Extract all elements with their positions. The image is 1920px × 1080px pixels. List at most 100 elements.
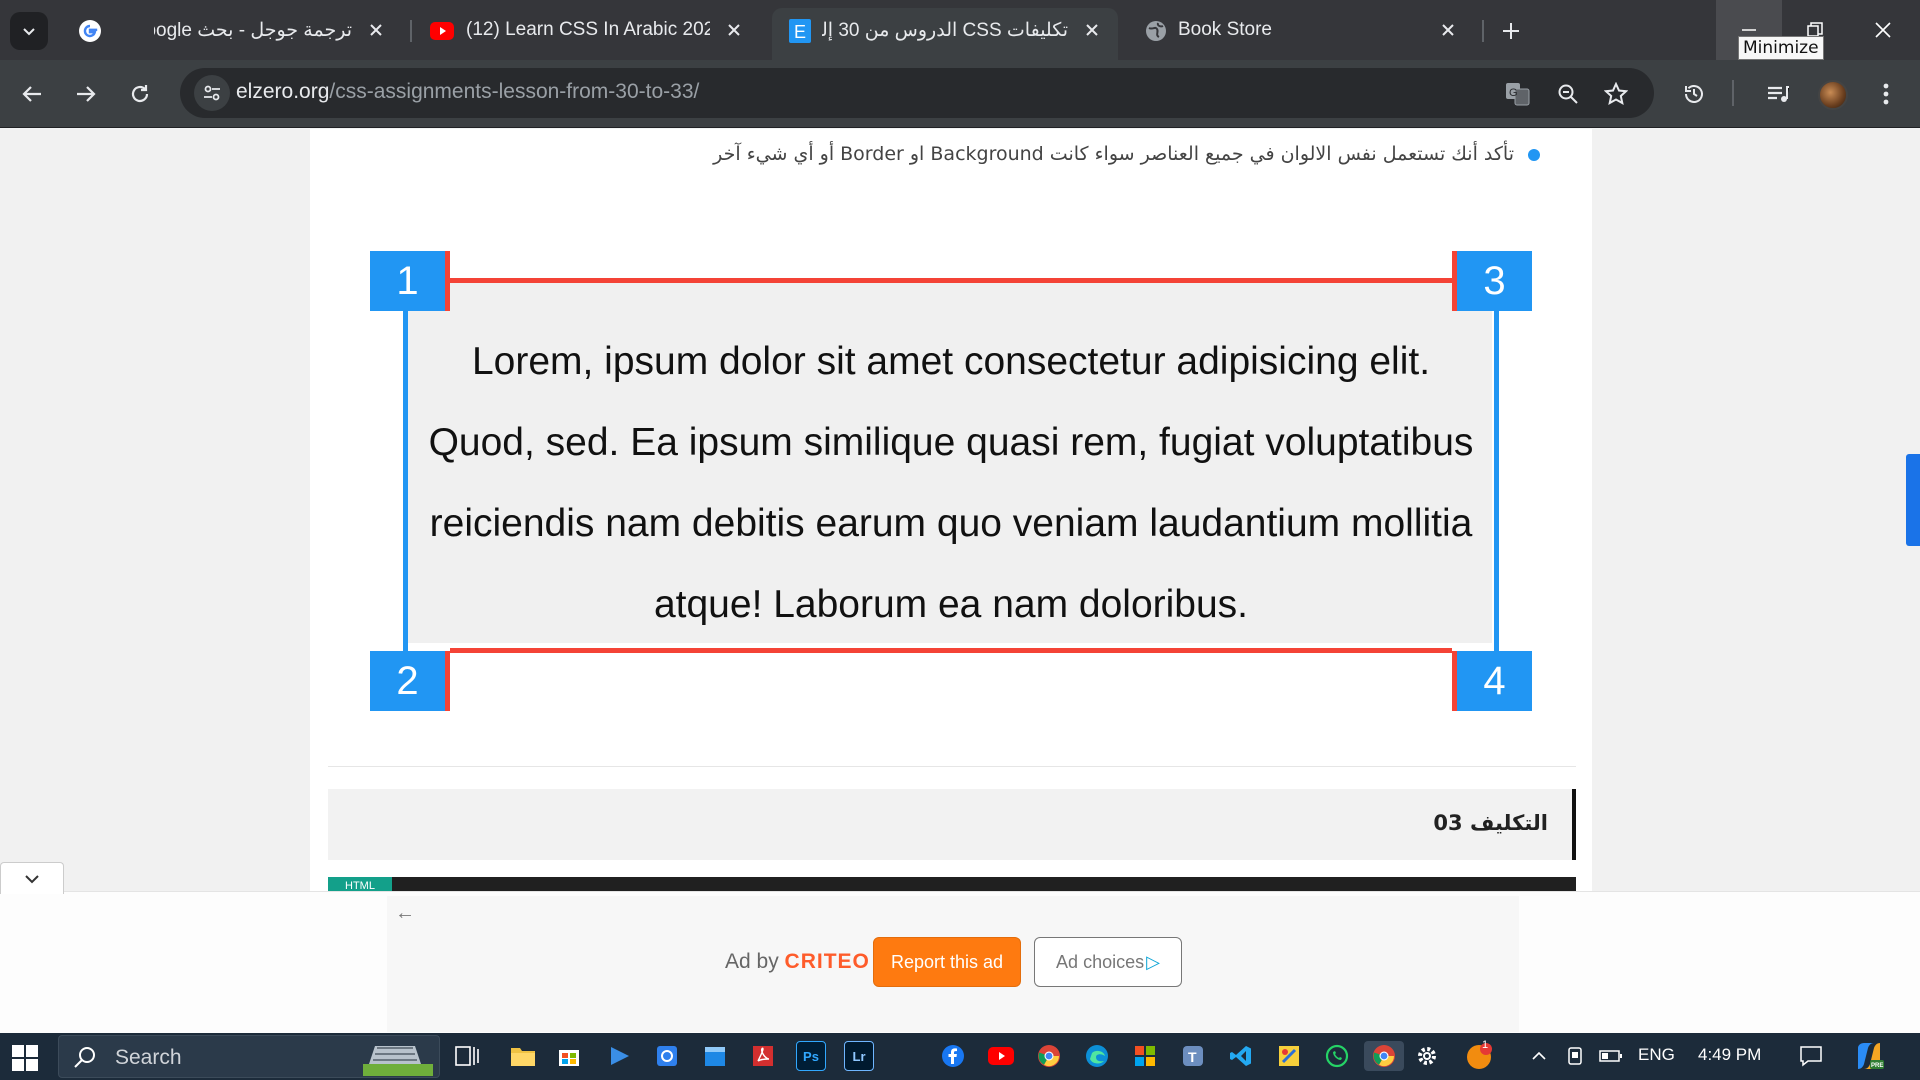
url-text[interactable]: elzero.org/css-assignments-lesson-from-3… <box>236 80 699 104</box>
tab-title: ترجمة جوجل - بحث Google <box>154 20 352 41</box>
tab-separator <box>1482 20 1484 42</box>
settings-icon[interactable] <box>1412 1041 1442 1071</box>
close-icon[interactable] <box>1436 18 1460 42</box>
vscode-icon[interactable] <box>1226 1041 1256 1071</box>
svg-text:PRE: PRE <box>1871 1063 1883 1069</box>
url-domain: elzero.org <box>236 80 330 103</box>
report-ad-button[interactable]: Report this ad <box>873 937 1021 987</box>
close-icon[interactable] <box>722 18 746 42</box>
svg-text:T: T <box>1188 1049 1197 1065</box>
ad-choices-label: Ad choices <box>1056 951 1145 972</box>
windows-start-icon[interactable] <box>12 1045 38 1071</box>
windows-taskbar: Search Ps Lr T 1 ENG 4:49 PM PRE <box>0 1033 1920 1080</box>
close-window-button[interactable] <box>1850 0 1916 60</box>
office-app-icon[interactable] <box>1130 1041 1160 1071</box>
reload-button[interactable] <box>122 76 158 112</box>
zoom-icon[interactable] <box>1554 80 1582 108</box>
task-view-icon[interactable] <box>452 1041 482 1071</box>
back-button[interactable] <box>14 76 50 112</box>
acrobat-icon[interactable] <box>748 1041 778 1071</box>
ad-choices-icon: ▷ <box>1146 951 1160 972</box>
ad-choices-button[interactable]: Ad choices ▷ <box>1034 937 1182 987</box>
file-explorer-icon[interactable] <box>508 1041 538 1071</box>
youtube-app-icon[interactable] <box>986 1041 1016 1071</box>
plus-icon <box>1503 23 1519 39</box>
calendar-app-icon[interactable] <box>700 1041 730 1071</box>
elzero-icon: E <box>788 19 812 43</box>
page-viewport: تأكد أنك تستعمل نفس الالوان في جميع العن… <box>0 129 1920 1033</box>
corner-label-2: 2 <box>370 651 450 711</box>
facebook-icon[interactable] <box>938 1041 968 1071</box>
assignment-header: التكليف 03 <box>328 789 1576 860</box>
site-info-button[interactable] <box>194 75 230 111</box>
google-icon <box>78 19 102 43</box>
forward-button[interactable] <box>68 76 104 112</box>
notification-app-icon[interactable] <box>1464 1041 1494 1071</box>
tab-search-button[interactable] <box>10 12 48 50</box>
battery-icon[interactable] <box>1596 1041 1626 1071</box>
tab-strip: ترجمة جوجل - بحث Google (12) Learn CSS I… <box>0 0 1920 60</box>
media-control-button[interactable] <box>1760 76 1796 112</box>
device-icon[interactable] <box>1560 1041 1590 1071</box>
criteo-logo: CRITEO <box>784 950 870 973</box>
media-player-icon[interactable] <box>604 1041 634 1071</box>
copilot-icon[interactable]: PRE <box>1854 1041 1884 1071</box>
left-border <box>403 281 408 651</box>
new-tab-button[interactable] <box>1494 14 1528 48</box>
scroll-indicator[interactable] <box>1906 454 1920 546</box>
bookmark-star-icon[interactable] <box>1602 80 1630 108</box>
translate-icon[interactable]: G <box>1504 80 1532 108</box>
chrome-active-icon[interactable] <box>1364 1041 1404 1071</box>
arrow-left-icon[interactable]: ← <box>395 902 415 925</box>
profile-avatar[interactable] <box>1818 80 1848 110</box>
instruction-text: تأكد أنك تستعمل نفس الالوان في جميع العن… <box>713 143 1514 165</box>
right-border <box>1494 281 1499 651</box>
tab-google-search[interactable]: ترجمة جوجل - بحث Google <box>62 8 402 52</box>
reload-icon <box>131 85 149 103</box>
url-path: /css-assignments-lesson-from-30-to-33/ <box>329 80 700 103</box>
arrow-right-icon <box>77 86 96 102</box>
more-vertical-icon <box>1883 83 1889 105</box>
chevron-up-icon[interactable] <box>1524 1041 1554 1071</box>
tab-book-store[interactable]: Book Store <box>1128 8 1474 52</box>
ad-collapse-button[interactable] <box>0 862 64 894</box>
menu-button[interactable] <box>1868 76 1904 112</box>
paint-icon[interactable] <box>1274 1041 1304 1071</box>
demo-paragraph: Lorem, ipsum dolor sit amet consectetur … <box>428 340 1474 626</box>
store-icon[interactable] <box>554 1041 584 1071</box>
browser-toolbar: elzero.org/css-assignments-lesson-from-3… <box>0 60 1920 128</box>
ad-banner: ← Ad by CRITEO Report this ad Ad choices… <box>0 862 1920 1033</box>
minimize-tooltip: Minimize <box>1738 36 1824 60</box>
search-icon <box>74 1047 95 1068</box>
edge-icon[interactable] <box>1082 1041 1112 1071</box>
close-icon <box>1875 22 1891 38</box>
action-center-icon[interactable] <box>1796 1041 1826 1071</box>
toolbar-divider <box>1732 80 1734 106</box>
settings-blue-icon[interactable] <box>652 1041 682 1071</box>
taskbar-search[interactable]: Search <box>58 1035 440 1078</box>
youtube-icon <box>430 19 454 43</box>
search-placeholder: Search <box>115 1046 182 1069</box>
svg-text:E: E <box>794 22 806 42</box>
photoshop-icon[interactable]: Ps <box>796 1041 826 1071</box>
playlist-icon <box>1768 86 1789 102</box>
whatsapp-icon[interactable] <box>1322 1041 1352 1071</box>
corner-label-4: 4 <box>1452 651 1532 711</box>
lightroom-icon[interactable]: Lr <box>844 1041 874 1071</box>
close-icon[interactable] <box>1080 18 1104 42</box>
clock[interactable]: 4:49 PM <box>1698 1045 1761 1065</box>
tab-youtube[interactable]: (12) Learn CSS In Arabic 2021 - <box>414 8 760 52</box>
typora-icon[interactable]: T <box>1178 1041 1208 1071</box>
close-icon[interactable] <box>364 18 388 42</box>
section-divider <box>328 766 1576 767</box>
address-bar[interactable]: elzero.org/css-assignments-lesson-from-3… <box>180 68 1654 118</box>
history-button[interactable] <box>1676 76 1712 112</box>
history-icon <box>1685 85 1703 103</box>
tab-elzero-active[interactable]: E تكليفات CSS الدروس من 30 إلى 3 <box>772 8 1118 60</box>
tab-separator <box>410 20 412 42</box>
globe-icon <box>1144 19 1168 43</box>
instruction-bullet: تأكد أنك تستعمل نفس الالوان في جميع العن… <box>440 143 1540 165</box>
language-indicator[interactable]: ENG <box>1638 1045 1675 1065</box>
bullet-dot <box>1528 148 1540 161</box>
chrome-icon[interactable] <box>1034 1041 1064 1071</box>
